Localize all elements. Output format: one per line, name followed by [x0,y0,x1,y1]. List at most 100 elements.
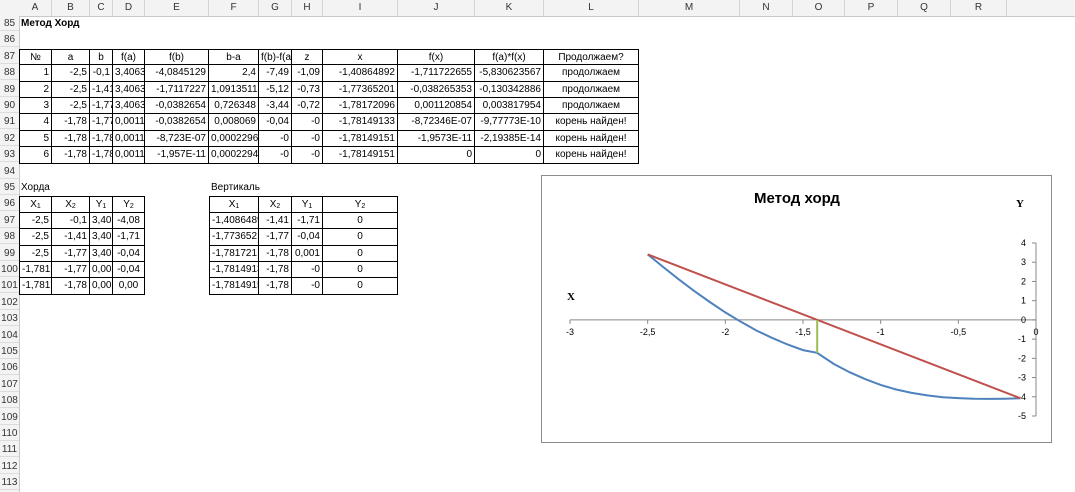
chart-area[interactable]: Метод хорд X Y -3 -2,5 -2 -1,5 -1 -0,5 0 4 3 2 1 0-… [541,175,1052,443]
chord_table-header[interactable]: Y2 [113,196,145,213]
row-header-95[interactable]: 95 [0,180,19,195]
row-header-103[interactable]: 103 [0,311,19,327]
vertical_table-header[interactable]: X2 [259,196,292,213]
main-table-cell[interactable]: -5,12 [259,81,292,98]
column-header-K[interactable]: K [475,0,544,16]
row-header-113[interactable]: 113 [0,475,19,491]
column-header-J[interactable]: J [398,0,475,16]
main-table-cell[interactable]: корень найден! [544,114,639,131]
vertical_table-cell[interactable]: -1,78 [259,278,292,295]
main-table-cell[interactable]: -1,77 [90,98,113,115]
main-table-cell[interactable]: -1,78 [90,130,113,148]
column-header-O[interactable]: O [793,0,845,16]
main-table-cell[interactable]: корень найден! [544,147,639,164]
main-table-cell[interactable]: -1,40864892 [323,65,398,82]
main-table-cell[interactable]: -8,723E-07 [145,130,209,148]
row-header-100[interactable]: 100 [0,262,19,277]
row-header-101[interactable]: 101 [0,278,19,294]
vertical_table-header[interactable]: X1 [209,196,259,213]
row-header-112[interactable]: 112 [0,459,19,474]
row-header-102[interactable]: 102 [0,295,19,310]
row-header-99[interactable]: 99 [0,246,19,261]
main-table-cell[interactable]: -0 [292,130,323,148]
chord_table-cell[interactable]: -0,04 [113,245,145,262]
main-table-cell[interactable]: 3,4063 [113,98,145,115]
chord_table-cell[interactable]: -0,1 [52,212,90,230]
main-table-cell[interactable]: продолжаем [544,81,639,98]
main-table-cell[interactable]: -1,7117227 [145,81,209,98]
chord_table-cell[interactable]: 0,001 [90,278,113,295]
chord_table-cell[interactable]: -2,5 [19,229,52,246]
main-table-cell[interactable]: корень найден! [544,130,639,148]
main-table-cell[interactable]: -4,0845129 [145,65,209,82]
row-header-96[interactable]: 96 [0,196,19,212]
main-table-cell[interactable]: -0,1 [90,65,113,82]
main-table-cell[interactable]: -1,77365201 [323,81,398,98]
main-table-cell[interactable]: 0,726348 [209,98,259,115]
main-table-cell[interactable]: -0 [292,147,323,164]
row-header-87[interactable]: 87 [0,49,19,64]
vertical_table-cell[interactable]: -1,71 [292,212,323,230]
row-header-91[interactable]: 91 [0,114,19,130]
row-header-109[interactable]: 109 [0,410,19,425]
main-table-cell[interactable]: продолжаем [544,98,639,115]
chord_table-cell[interactable]: -1,77 [52,245,90,262]
main-table-cell[interactable]: -0 [292,114,323,131]
vertical_table-cell[interactable]: -1,41 [259,212,292,230]
vertical_table-cell[interactable]: 0 [323,212,398,230]
main-table-cell[interactable]: -1,78149133 [323,114,398,131]
column-header-H[interactable]: H [292,0,323,16]
chord_table-cell[interactable]: 0,00 [113,278,145,295]
main-table-header[interactable]: f(x) [398,48,475,66]
main-table-header[interactable]: f(b) [145,48,209,66]
main-table-header[interactable]: x [323,48,398,66]
row-header-85[interactable]: 85 [0,16,19,31]
main-table-cell[interactable]: -5,830623567 [475,65,544,82]
chord_table-cell[interactable]: 3,406 [90,245,113,262]
main-table-cell[interactable]: -7,49 [259,65,292,82]
main-table-cell[interactable]: 0 [475,147,544,164]
main-table-cell[interactable]: -1,78 [52,147,90,164]
chord_table-cell[interactable]: -1,41 [52,229,90,246]
row-header-108[interactable]: 108 [0,393,19,409]
row-header-93[interactable]: 93 [0,147,19,163]
column-header-F[interactable]: F [209,0,259,16]
main-table-cell[interactable]: -3,44 [259,98,292,115]
column-header-L[interactable]: L [544,0,639,16]
main-table-cell[interactable]: -8,72346E-07 [398,114,475,131]
main-table-cell[interactable]: 5 [19,130,52,148]
column-header-D[interactable]: D [113,0,145,16]
main-table-cell[interactable]: -2,5 [52,81,90,98]
chord_table-cell[interactable]: -2,5 [19,212,52,230]
vertical_table-cell[interactable]: -0 [292,278,323,295]
chord_table-cell[interactable]: -1,78172 [19,278,52,295]
column-header-R[interactable]: R [951,0,1007,16]
vertical_table-cell[interactable]: -1,78 [259,245,292,262]
vertical_table-cell[interactable]: 0 [323,229,398,246]
main-table-header[interactable]: f(b)-f(a [259,48,292,66]
vertical_table-header[interactable]: Y2 [323,196,398,213]
main-table-cell[interactable]: -1,9573E-11 [398,130,475,148]
chord_table-title[interactable]: Хорда [19,180,90,196]
chord_table-header[interactable]: Y1 [90,196,113,213]
column-header-B[interactable]: B [52,0,90,16]
main-table-cell[interactable]: -1,09 [292,65,323,82]
vertical_table-cell[interactable]: -1,78 [259,262,292,279]
main-table-cell[interactable]: -2,5 [52,65,90,82]
vertical_table-cell[interactable]: 0 [323,245,398,262]
main-table-cell[interactable]: 0,0011 [113,114,145,131]
vertical_table-cell[interactable]: 0 [323,262,398,279]
chord_table-cell[interactable]: -1,71 [113,229,145,246]
vertical_table-cell[interactable]: -1,773652 [209,229,259,246]
main-table-cell[interactable]: -1,78172096 [323,98,398,115]
main-table-cell[interactable]: 1 [19,65,52,82]
chord_table-cell[interactable]: 3,406 [90,229,113,246]
column-header-P[interactable]: P [845,0,898,16]
main-table-cell[interactable]: 0,003817954 [475,98,544,115]
main-table-cell[interactable]: 0 [398,147,475,164]
main-table-header[interactable]: a [52,48,90,66]
main-table-cell[interactable]: -0,0382654 [145,98,209,115]
vertical_table-cell[interactable]: -0,04 [292,229,323,246]
row-header-107[interactable]: 107 [0,377,19,392]
main-table-header[interactable]: f(a) [113,48,145,66]
